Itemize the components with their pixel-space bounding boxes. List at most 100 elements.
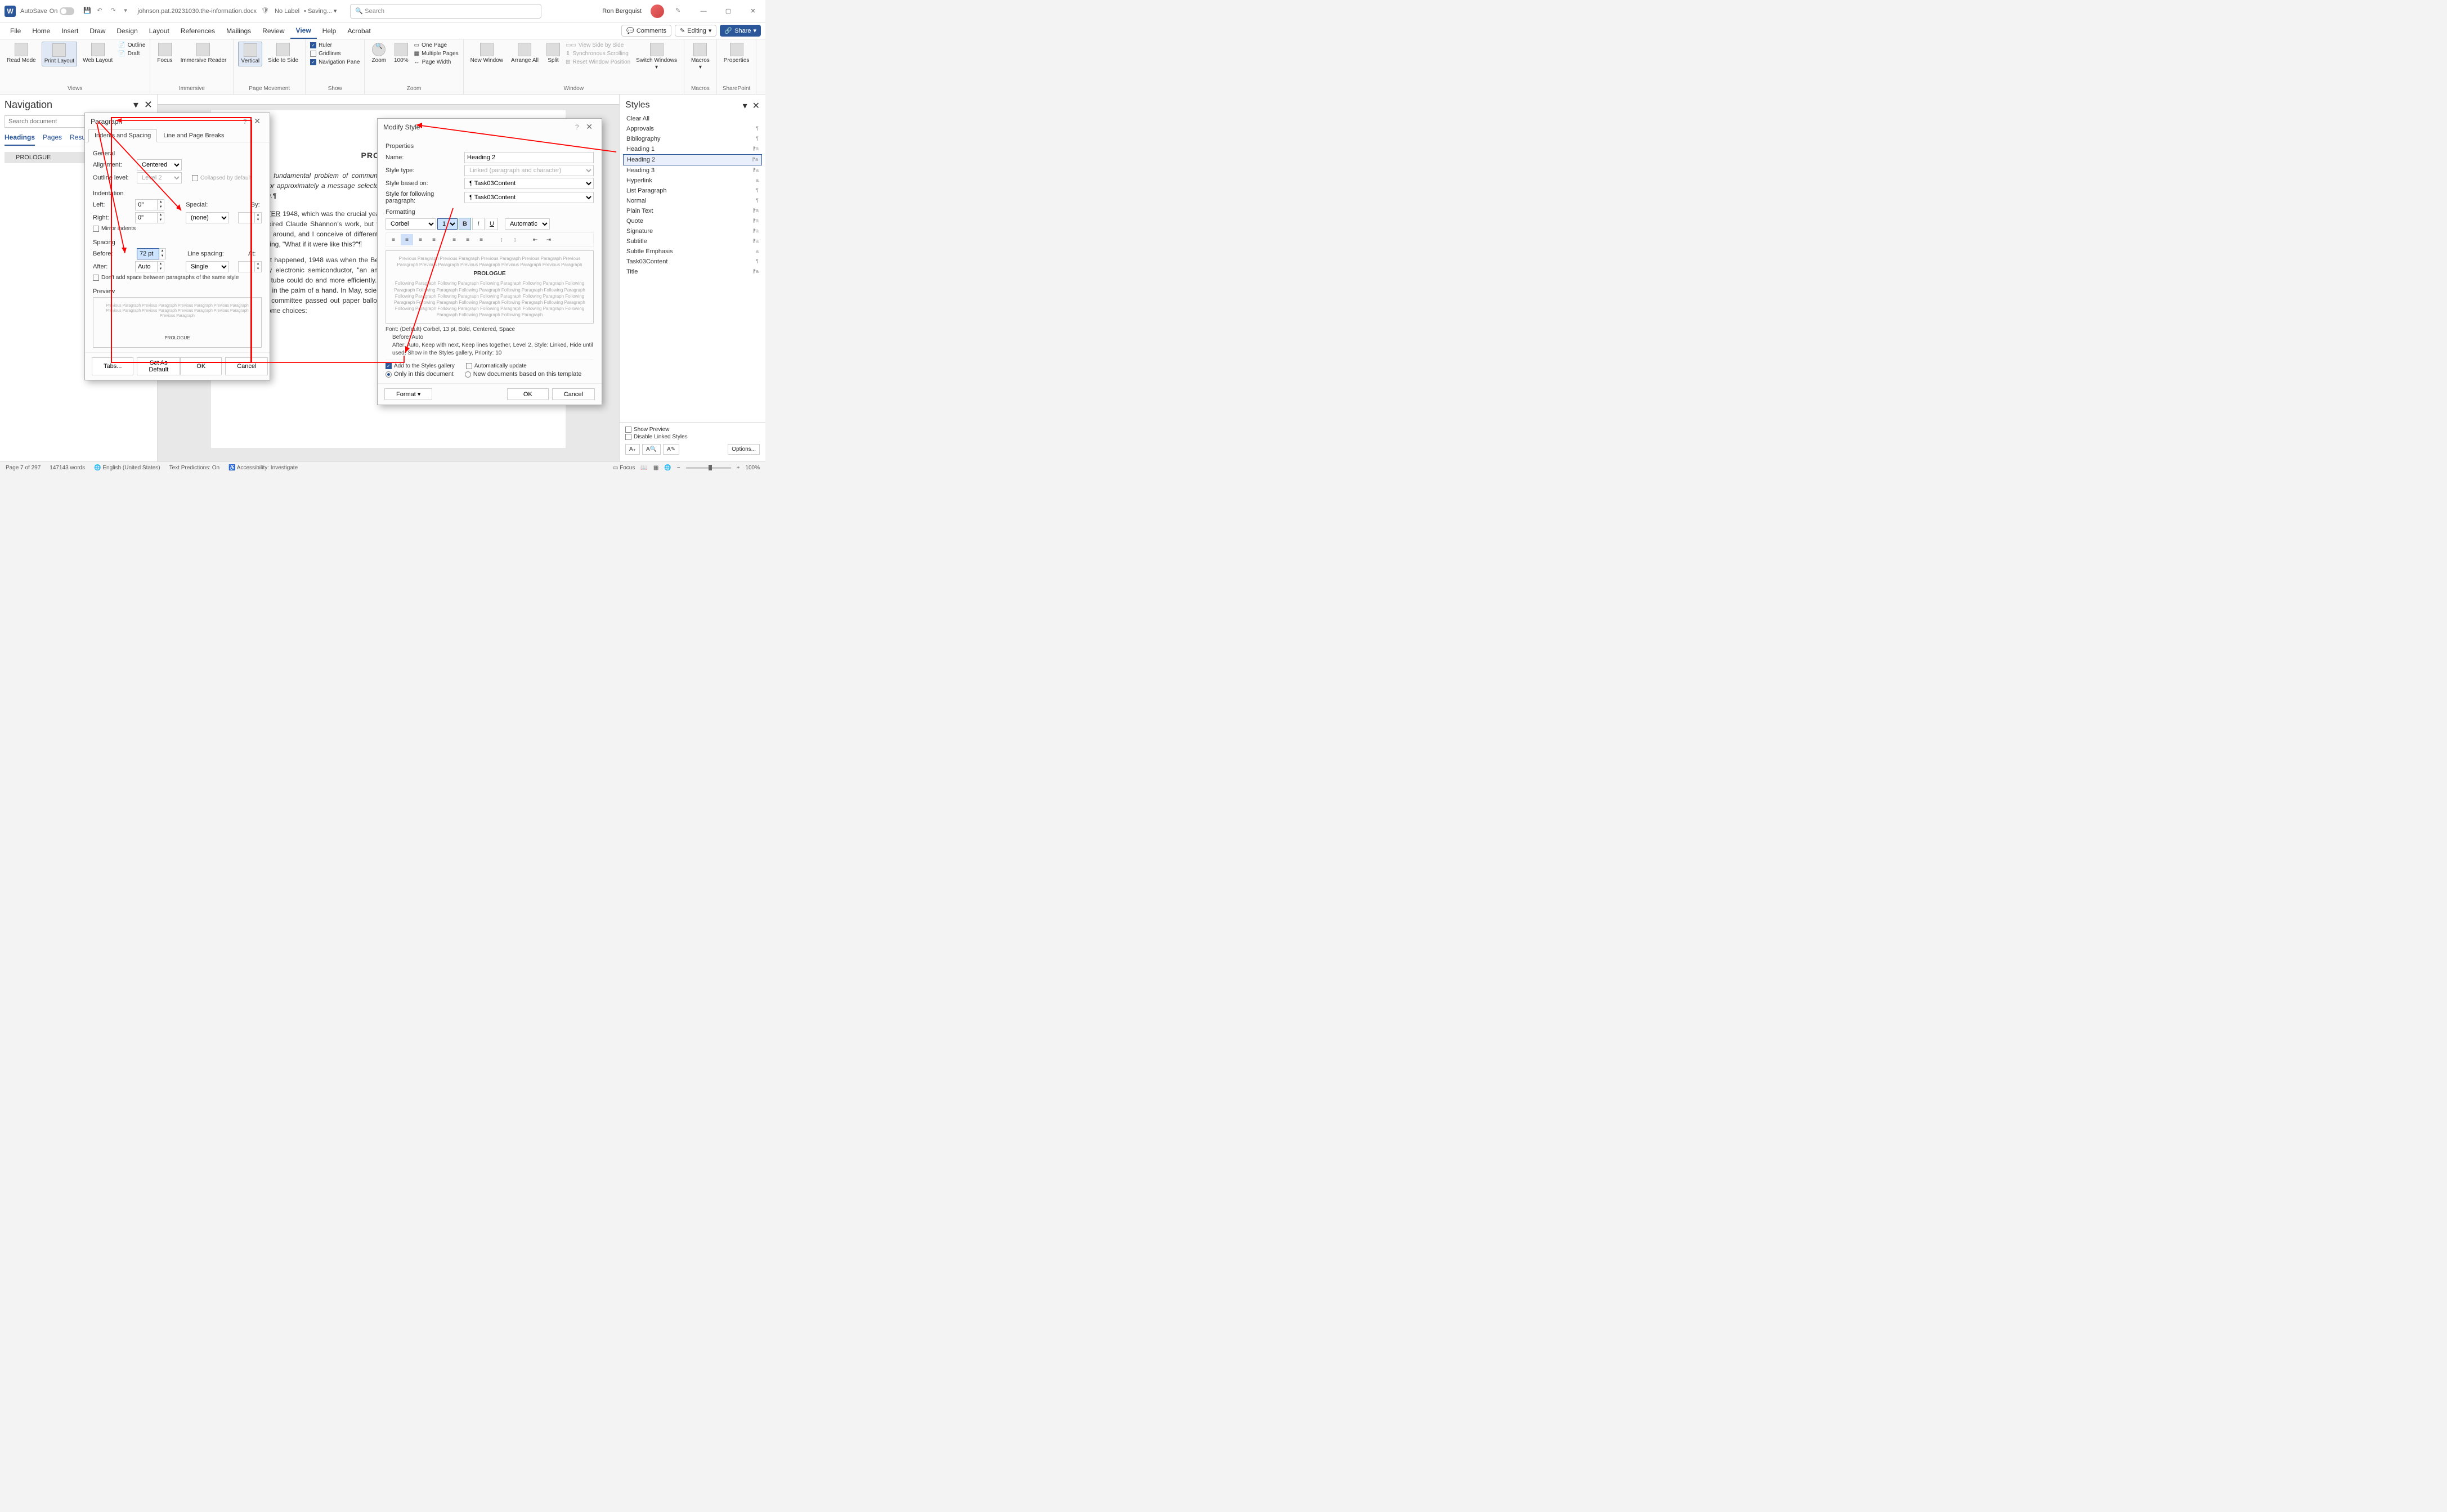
tabs-button[interactable]: Tabs... [92, 357, 133, 375]
show-preview-checkbox[interactable]: Show Preview [625, 426, 760, 433]
mirror-indents-checkbox[interactable]: Mirror indents [93, 225, 262, 232]
add-gallery-checkbox[interactable]: Add to the Styles gallery [386, 362, 455, 370]
tab-review[interactable]: Review [257, 24, 290, 38]
style-item[interactable]: Heading 3⁋a [623, 165, 762, 176]
style-clear-all[interactable]: Clear All [623, 114, 762, 124]
avatar[interactable] [651, 5, 664, 18]
focus-button[interactable]: Focus [155, 42, 174, 65]
accessibility[interactable]: ♿ Accessibility: Investigate [228, 465, 298, 471]
font-color-select[interactable]: Automatic [505, 218, 550, 230]
format-button[interactable]: Format ▾ [384, 388, 432, 400]
style-item[interactable]: Bibliography¶ [623, 134, 762, 144]
one-page-button[interactable]: ▭ One Page [414, 42, 459, 49]
view-print-icon[interactable]: ▦ [653, 465, 658, 471]
style-item[interactable]: List Paragraph¶ [623, 186, 762, 196]
save-icon[interactable]: 💾 [83, 7, 92, 16]
nav-tab-pages[interactable]: Pages [43, 133, 62, 146]
align-center-icon[interactable]: ≡ [401, 234, 413, 245]
text-predictions[interactable]: Text Predictions: On [169, 465, 219, 471]
style-item[interactable]: Hyperlinka [623, 176, 762, 186]
side-to-side-button[interactable]: Side to Side [266, 42, 301, 65]
based-on-select[interactable]: ¶ Task03Content [464, 178, 594, 189]
at-input[interactable]: ▲▼ [238, 261, 262, 272]
font-size-select[interactable]: 13 [437, 218, 458, 230]
tab-line-page-breaks[interactable]: Line and Page Breaks [157, 129, 230, 142]
language[interactable]: 🌐 English (United States) [94, 465, 160, 471]
new-window-button[interactable]: New Window [468, 42, 505, 65]
auto-update-checkbox[interactable]: Automatically update [466, 362, 527, 370]
decrease-indent-icon[interactable]: ⇤ [529, 234, 541, 245]
word-count[interactable]: 147143 words [50, 465, 85, 471]
tab-indents-spacing[interactable]: Indents and Spacing [88, 129, 157, 142]
tab-insert[interactable]: Insert [56, 24, 84, 38]
zoom-in-icon[interactable]: + [737, 465, 740, 471]
align-justify-icon[interactable]: ≡ [428, 234, 440, 245]
view-read-icon[interactable]: 📖 [640, 465, 647, 471]
style-type-select[interactable]: Linked (paragraph and character) [464, 165, 594, 176]
search-input[interactable]: 🔍 Search [350, 4, 541, 19]
styles-close-icon[interactable]: ✕ [752, 101, 760, 111]
comments-button[interactable]: 💬 Comments [621, 25, 671, 37]
autosave-toggle[interactable]: AutoSave On [20, 7, 74, 15]
increase-indent-icon[interactable]: ⇥ [543, 234, 555, 245]
line-spacing-15-icon[interactable]: ≡ [461, 234, 474, 245]
redo-icon[interactable]: ↷ [110, 7, 119, 16]
zoom-100-button[interactable]: 100% [392, 42, 411, 65]
split-button[interactable]: Split [544, 42, 562, 65]
tab-home[interactable]: Home [26, 24, 56, 38]
close-icon[interactable]: ✕ [250, 116, 264, 125]
style-item[interactable]: Normal¶ [623, 196, 762, 206]
pen-icon[interactable]: ✎ [675, 7, 684, 16]
options-button[interactable]: Options... [728, 444, 760, 455]
customize-qat-icon[interactable]: ▾ [124, 7, 133, 16]
print-layout-button[interactable]: Print Layout [42, 42, 77, 66]
maximize-button[interactable]: ▢ [720, 3, 736, 19]
tab-file[interactable]: File [5, 24, 26, 38]
user-name[interactable]: Ron Bergquist [602, 8, 642, 15]
style-item[interactable]: Subtitle⁋a [623, 236, 762, 246]
navpane-checkbox[interactable]: Navigation Pane [310, 59, 360, 66]
style-item[interactable]: Title⁋a [623, 267, 762, 277]
tab-view[interactable]: View [290, 23, 317, 39]
italic-button[interactable]: I [472, 218, 485, 230]
styles-collapse-icon[interactable]: ▾ [743, 101, 747, 111]
style-item[interactable]: Heading 1⁋a [623, 144, 762, 154]
line-spacing-2-icon[interactable]: ≡ [475, 234, 487, 245]
toggle-icon[interactable] [60, 7, 74, 15]
immersive-reader-button[interactable]: Immersive Reader [178, 42, 229, 65]
style-item[interactable]: Quote⁋a [623, 216, 762, 226]
tab-acrobat[interactable]: Acrobat [342, 24, 376, 38]
style-item[interactable]: Approvals¶ [623, 124, 762, 134]
align-left-icon[interactable]: ≡ [387, 234, 400, 245]
following-para-select[interactable]: ¶ Task03Content [464, 192, 594, 203]
gridlines-checkbox[interactable]: Gridlines [310, 50, 360, 57]
help-icon[interactable]: ? [243, 118, 247, 125]
nav-tab-headings[interactable]: Headings [5, 133, 35, 146]
share-button[interactable]: 🔗 Share ▾ [720, 25, 761, 37]
switch-windows-button[interactable]: Switch Windows ▾ [634, 42, 679, 72]
dont-add-space-checkbox[interactable]: Don't add space between paragraphs of th… [93, 274, 262, 281]
focus-mode[interactable]: ▭ Focus [613, 465, 635, 471]
style-item[interactable]: Subtle Emphasisa [623, 246, 762, 257]
help-icon[interactable]: ? [575, 123, 579, 131]
indent-right-input[interactable]: ▲▼ [135, 212, 164, 223]
tab-mailings[interactable]: Mailings [221, 24, 257, 38]
macros-button[interactable]: Macros ▾ [689, 42, 712, 72]
disable-linked-checkbox[interactable]: Disable Linked Styles [625, 433, 760, 441]
tab-layout[interactable]: Layout [144, 24, 175, 38]
view-web-icon[interactable]: 🌐 [664, 465, 671, 471]
style-inspector-button[interactable]: A🔍 [642, 444, 661, 455]
page-width-button[interactable]: ↔ Page Width [414, 59, 459, 66]
zoom-out-icon[interactable]: − [677, 465, 680, 471]
tab-references[interactable]: References [175, 24, 221, 38]
ok-button[interactable]: OK [180, 357, 222, 375]
side-by-side-button[interactable]: ▭▭ View Side by Side [566, 42, 630, 49]
multiple-pages-button[interactable]: ▦ Multiple Pages [414, 50, 459, 57]
zoom-button[interactable]: 🔍Zoom [369, 42, 388, 65]
alignment-select[interactable]: Centered [137, 159, 182, 171]
read-mode-button[interactable]: Read Mode [5, 42, 38, 65]
draft-button[interactable]: 📄 Draft [118, 50, 145, 57]
spacing-before-input[interactable]: ▲▼ [137, 248, 166, 259]
properties-button[interactable]: Properties [721, 42, 752, 65]
bold-button[interactable]: B [459, 218, 471, 230]
